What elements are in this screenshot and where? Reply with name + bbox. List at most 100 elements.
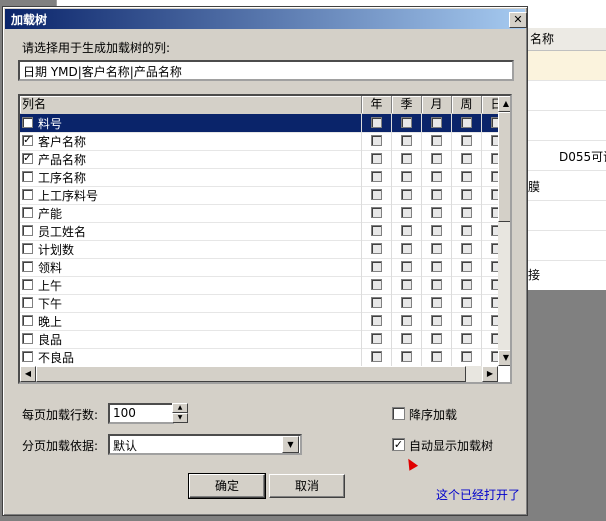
period-checkbox[interactable] [461,171,472,182]
period-checkbox[interactable] [431,333,442,344]
period-checkbox[interactable] [461,117,472,128]
period-checkbox[interactable] [431,261,442,272]
paging-basis-select[interactable]: 默认 [108,434,302,455]
grid-row[interactable]: 下午 [20,294,502,313]
period-checkbox[interactable] [431,171,442,182]
period-checkbox[interactable] [371,225,382,236]
period-checkbox[interactable] [461,225,472,236]
period-checkbox[interactable] [401,117,412,128]
rows-per-page-stepper[interactable]: ▲ ▼ [172,403,188,423]
period-checkbox[interactable] [431,315,442,326]
grid-row[interactable]: 上午 [20,276,502,295]
period-checkbox[interactable] [401,261,412,272]
period-checkbox[interactable] [371,351,382,362]
grid-row[interactable]: 计划数 [20,240,502,259]
period-checkbox[interactable] [371,171,382,182]
grid-row[interactable]: 良品 [20,330,502,349]
grid-row[interactable]: 员工姓名 [20,222,502,241]
period-checkbox[interactable] [461,297,472,308]
grid-row[interactable]: 不良品 [20,348,502,367]
grid-row[interactable]: 晚上 [20,312,502,331]
period-checkbox[interactable] [371,153,382,164]
descending-checkbox[interactable] [392,407,405,420]
period-checkbox[interactable] [401,243,412,254]
period-cell [422,204,452,222]
period-checkbox[interactable] [461,135,472,146]
period-checkbox[interactable] [431,135,442,146]
period-checkbox[interactable] [401,189,412,200]
period-checkbox[interactable] [401,171,412,182]
grid-row[interactable]: 领料 [20,258,502,277]
grid-cell-divider [20,150,362,168]
period-checkbox[interactable] [431,189,442,200]
period-checkbox[interactable] [371,117,382,128]
grid-row[interactable]: 产能 [20,204,502,223]
selected-columns-field[interactable]: 日期 YMD|客户名称|产品名称 [18,60,514,81]
period-checkbox[interactable] [371,207,382,218]
period-checkbox[interactable] [371,333,382,344]
close-button[interactable]: ✕ [509,12,527,28]
cancel-button[interactable]: 取消 [269,474,345,498]
header-quarter[interactable]: 季 [392,96,422,113]
header-week[interactable]: 周 [452,96,482,113]
period-checkbox[interactable] [401,207,412,218]
period-checkbox[interactable] [371,315,382,326]
spin-down-icon[interactable]: ▼ [172,413,188,423]
horizontal-scroll-thumb[interactable] [36,366,466,382]
period-checkbox[interactable] [401,153,412,164]
scroll-right-icon[interactable]: ▶ [482,366,498,382]
grid-row[interactable]: 工序名称 [20,168,502,187]
period-checkbox[interactable] [401,315,412,326]
period-checkbox[interactable] [371,243,382,254]
dialog-title-bar[interactable]: 加载树 ✕ [5,9,527,29]
period-checkbox[interactable] [431,225,442,236]
period-checkbox[interactable] [461,279,472,290]
period-checkbox[interactable] [431,279,442,290]
period-checkbox[interactable] [401,297,412,308]
period-checkbox[interactable] [431,117,442,128]
vertical-scrollbar[interactable]: ▲ ▼ [498,96,510,366]
period-checkbox[interactable] [401,351,412,362]
period-cell [362,312,392,330]
chevron-down-icon[interactable]: ▼ [282,436,299,453]
period-checkbox[interactable] [431,207,442,218]
period-checkbox[interactable] [461,351,472,362]
header-column-name[interactable]: 列名 [20,96,362,113]
period-checkbox[interactable] [431,153,442,164]
period-checkbox[interactable] [371,189,382,200]
period-checkbox[interactable] [461,207,472,218]
horizontal-scrollbar[interactable]: ◀ ▶ [20,366,498,382]
rows-per-page-input[interactable]: 100 [108,403,174,424]
period-checkbox[interactable] [461,189,472,200]
scroll-down-icon[interactable]: ▼ [498,350,510,366]
period-checkbox[interactable] [401,135,412,146]
spin-up-icon[interactable]: ▲ [172,403,188,413]
period-checkbox[interactable] [461,153,472,164]
grid-row[interactable]: 料号 [20,114,502,133]
vertical-scroll-thumb[interactable] [498,112,510,222]
header-year[interactable]: 年 [362,96,392,113]
period-checkbox[interactable] [371,297,382,308]
scroll-up-icon[interactable]: ▲ [498,96,510,112]
period-checkbox[interactable] [371,135,382,146]
period-checkbox[interactable] [431,297,442,308]
period-checkbox[interactable] [401,279,412,290]
grid-row[interactable]: 上工序料号 [20,186,502,205]
auto-show-checkbox[interactable]: ✓ [392,438,405,451]
grid-row[interactable]: ✓ 产品名称 [20,150,502,169]
period-checkbox[interactable] [461,243,472,254]
period-checkbox[interactable] [401,225,412,236]
period-checkbox[interactable] [431,243,442,254]
period-cell [422,348,452,366]
ok-button[interactable]: 确定 [188,473,266,499]
period-checkbox[interactable] [401,333,412,344]
grid-row[interactable]: ✓ 客户名称 [20,132,502,151]
scroll-left-icon[interactable]: ◀ [20,366,36,382]
period-checkbox[interactable] [431,351,442,362]
period-checkbox[interactable] [461,333,472,344]
period-checkbox[interactable] [371,261,382,272]
period-checkbox[interactable] [371,279,382,290]
period-checkbox[interactable] [461,261,472,272]
header-month[interactable]: 月 [422,96,452,113]
period-checkbox[interactable] [461,315,472,326]
